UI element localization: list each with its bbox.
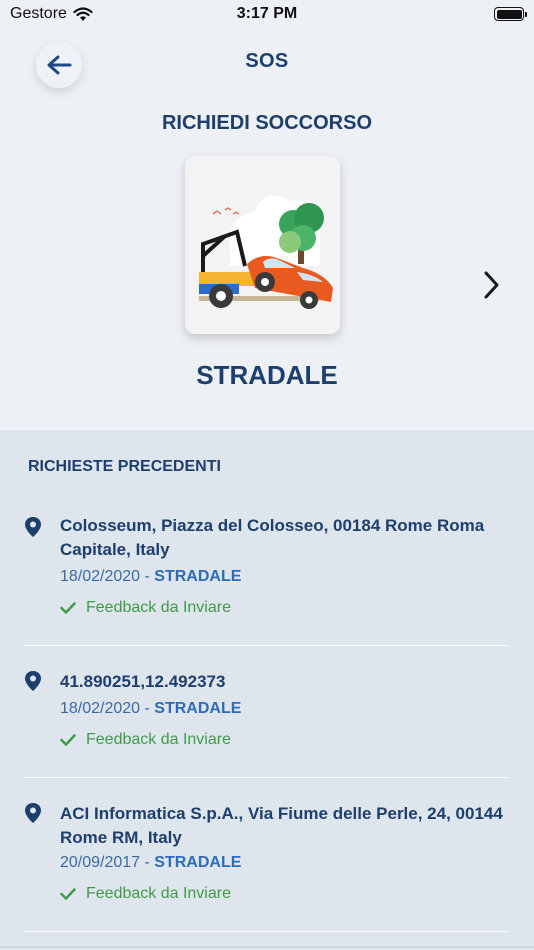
request-type: STRADALE — [154, 700, 242, 717]
check-icon — [60, 602, 76, 614]
category-label: STRADALE — [196, 360, 338, 390]
feedback-label: Feedback da Inviare — [86, 731, 231, 748]
location-pin-icon — [25, 517, 41, 537]
request-item[interactable]: Colosseum, Piazza del Colosseo, 00184 Ro… — [24, 514, 508, 646]
request-panel: SOS RICHIEDI SOCCORSO STRADALE — [0, 28, 534, 430]
request-meta-separator: - — [140, 854, 155, 871]
category-card[interactable] — [185, 156, 340, 334]
request-meta: 18/02/2020 - STRADALE — [60, 700, 241, 718]
location-pin-icon — [25, 803, 41, 823]
request-meta-separator: - — [140, 568, 155, 585]
request-meta-separator: - — [140, 700, 155, 717]
request-address: ACI Informatica S.p.A., Via Fiume delle … — [60, 804, 503, 847]
wifi-icon — [73, 6, 93, 21]
tow-truck-icon — [199, 195, 333, 309]
next-category-button[interactable] — [478, 268, 506, 302]
carrier-name: Gestore — [10, 5, 67, 22]
request-meta: 18/02/2020 - STRADALE — [60, 568, 241, 586]
previous-requests-panel: RICHIESTE PRECEDENTI Colosseum, Piazza d… — [0, 430, 534, 950]
request-address: 41.890251,12.492373 — [60, 672, 226, 691]
request-date: 18/02/2020 — [60, 568, 141, 585]
request-date: 20/09/2017 — [60, 854, 141, 871]
page-title: SOS — [245, 50, 289, 72]
previous-requests-title: RICHIESTE PRECEDENTI — [28, 458, 221, 475]
check-icon — [60, 734, 76, 746]
battery-icon — [494, 7, 527, 21]
request-type: STRADALE — [154, 854, 242, 871]
feedback-link[interactable]: Feedback da Inviare — [60, 885, 231, 903]
bottom-divider — [0, 946, 534, 948]
request-type: STRADALE — [154, 568, 242, 585]
feedback-link[interactable]: Feedback da Inviare — [60, 599, 231, 617]
section-title: RICHIEDI SOCCORSO — [161, 112, 373, 134]
status-left: Gestore — [10, 5, 93, 23]
location-pin-icon — [25, 671, 41, 691]
request-item[interactable]: ACI Informatica S.p.A., Via Fiume delle … — [24, 802, 508, 932]
check-icon — [60, 888, 76, 900]
status-bar: Gestore 3:17 PM — [0, 0, 534, 28]
feedback-label: Feedback da Inviare — [86, 885, 231, 902]
chevron-right-icon — [484, 271, 499, 299]
feedback-label: Feedback da Inviare — [86, 599, 231, 616]
request-meta: 20/09/2017 - STRADALE — [60, 854, 241, 872]
feedback-link[interactable]: Feedback da Inviare — [60, 731, 231, 749]
request-address: Colosseum, Piazza del Colosseo, 00184 Ro… — [60, 516, 485, 559]
request-item[interactable]: 41.890251,12.492373 18/02/2020 - STRADAL… — [24, 670, 508, 778]
request-date: 18/02/2020 — [60, 700, 141, 717]
